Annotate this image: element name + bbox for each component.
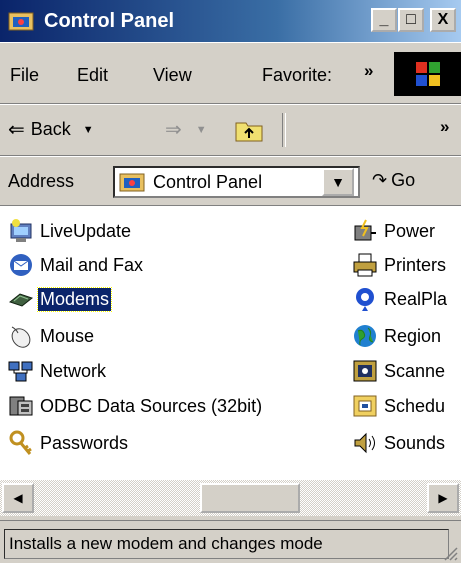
up-folder-icon — [235, 122, 263, 142]
scheduled-tasks-icon — [353, 395, 377, 417]
control-panel-folder-icon — [119, 173, 145, 192]
list-item-label: RealPla — [384, 288, 448, 309]
list-item-label: Mail and Fax — [40, 254, 144, 275]
list-item[interactable]: Printers — [352, 250, 448, 280]
network-icon — [8, 361, 33, 382]
scroll-left-arrow-icon: ◀ — [13, 491, 23, 505]
address-label: Address — [8, 171, 75, 191]
file-list: LiveUpdate Mail and Fax Modems Mouse Net… — [0, 206, 461, 480]
standard-toolbar: ⇐ Back ▼ ⇒ ▼ » — [0, 104, 461, 156]
scanners-icon — [353, 360, 377, 382]
passwords-icon — [9, 430, 32, 455]
list-item[interactable]: Sounds — [352, 428, 447, 458]
toolbar-separator — [282, 113, 286, 147]
address-dropdown-button[interactable]: ▼ — [322, 168, 354, 196]
back-arrow-icon: ⇐ — [8, 119, 25, 141]
list-item-label: Passwords — [40, 432, 129, 453]
list-item-label: Sounds — [384, 432, 446, 453]
back-label: Back — [30, 119, 71, 139]
list-item-label: LiveUpdate — [40, 220, 132, 241]
up-folder-button[interactable] — [234, 117, 264, 143]
scrollbar-thumb[interactable] — [200, 483, 300, 513]
window-title: Control Panel — [44, 9, 175, 32]
menu-overflow-chevron-icon[interactable]: » — [364, 61, 373, 81]
toolbar-overflow-chevron-icon[interactable]: » — [440, 117, 449, 137]
sounds-icon — [354, 432, 375, 454]
list-item[interactable]: Mouse — [8, 321, 96, 351]
back-dropdown-icon[interactable]: ▼ — [83, 124, 94, 136]
menu-favorites[interactable]: Favorite: — [262, 65, 332, 86]
printers-icon — [353, 253, 377, 277]
list-item[interactable]: LiveUpdate — [8, 216, 133, 246]
list-item[interactable]: Power — [352, 216, 437, 246]
dropdown-arrow-icon: ▼ — [331, 174, 345, 190]
address-value: Control Panel — [153, 171, 263, 192]
list-item[interactable]: Network — [8, 356, 108, 386]
scroll-right-button[interactable]: ▶ — [427, 483, 459, 513]
odbc-icon — [9, 396, 33, 416]
scroll-right-arrow-icon: ▶ — [438, 491, 448, 505]
menu-bar: File Edit View Favorite: » — [0, 42, 461, 104]
list-item-label: Mouse — [40, 325, 95, 346]
go-arrow-icon: ↷ — [372, 170, 388, 190]
forward-arrow-icon: ⇒ — [165, 119, 182, 141]
regional-icon — [354, 325, 376, 347]
forward-button[interactable]: ⇒ ▼ — [165, 117, 207, 142]
list-item[interactable]: ODBC Data Sources (32bit) — [8, 391, 264, 421]
list-item-label: Power — [384, 220, 436, 241]
list-item[interactable]: Scanne — [352, 356, 447, 386]
menu-edit[interactable]: Edit — [77, 65, 108, 86]
realplayer-icon — [356, 288, 374, 311]
go-label: Go — [391, 170, 416, 190]
status-text: Installs a new modem and changes mode — [4, 529, 449, 559]
minimize-button[interactable]: _ — [371, 8, 397, 32]
mouse-icon — [11, 326, 31, 348]
modem-icon — [8, 293, 34, 307]
resize-grip-icon[interactable] — [442, 545, 458, 561]
windows-logo-icon — [394, 52, 461, 96]
list-item[interactable]: Schedu — [352, 391, 447, 421]
scroll-left-button[interactable]: ◀ — [2, 483, 34, 513]
list-item-label: Schedu — [384, 395, 446, 416]
list-item[interactable]: Passwords — [8, 428, 130, 458]
back-button[interactable]: ⇐ Back ▼ — [8, 117, 94, 142]
status-bar: Installs a new modem and changes mode — [0, 520, 461, 563]
go-button[interactable]: ↷ Go — [372, 170, 415, 191]
control-panel-icon — [8, 12, 34, 31]
list-item[interactable]: Modems — [8, 284, 113, 314]
list-item-label: Scanne — [384, 360, 446, 381]
horizontal-scrollbar[interactable]: ◀ ▶ — [0, 480, 461, 516]
liveupdate-icon — [10, 219, 32, 242]
close-button[interactable]: X — [430, 8, 456, 32]
menu-view[interactable]: View — [153, 65, 192, 86]
list-item-label: Modems — [36, 286, 113, 312]
menu-file[interactable]: File — [10, 65, 39, 86]
list-item[interactable]: Mail and Fax — [8, 250, 145, 280]
mail-fax-icon — [10, 254, 32, 276]
list-item-label: Network — [40, 360, 107, 381]
title-bar[interactable]: Control Panel _ □ X — [0, 0, 461, 42]
list-item[interactable]: Region — [352, 321, 443, 351]
list-item[interactable]: RealPla — [352, 284, 449, 314]
power-icon — [354, 219, 376, 241]
forward-dropdown-icon[interactable]: ▼ — [196, 124, 207, 136]
list-item-label: ODBC Data Sources (32bit) — [40, 395, 263, 416]
maximize-button[interactable]: □ — [398, 8, 424, 32]
list-item-label: Region — [384, 325, 442, 346]
list-item-label: Printers — [384, 254, 447, 275]
